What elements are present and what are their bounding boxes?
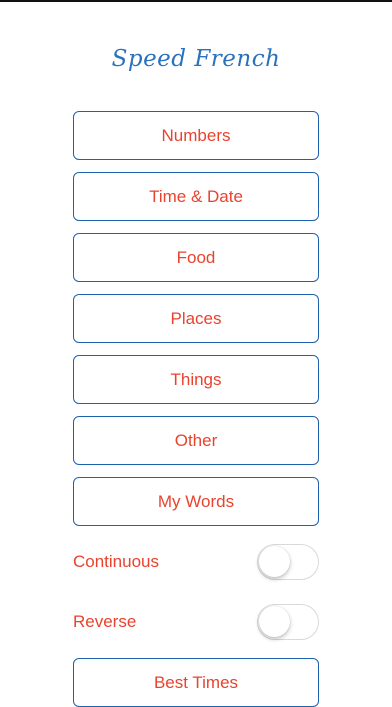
- continuous-option-row: Continuous: [73, 542, 319, 582]
- best-times-button[interactable]: Best Times: [73, 658, 319, 707]
- other-button[interactable]: Other: [73, 416, 319, 465]
- my-words-button[interactable]: My Words: [73, 477, 319, 526]
- places-button[interactable]: Places: [73, 294, 319, 343]
- continuous-label: Continuous: [73, 552, 160, 571]
- reverse-toggle-knob: [259, 606, 290, 637]
- numbers-button[interactable]: Numbers: [73, 111, 319, 160]
- category-menu: Numbers Time & Date Food Places Things O…: [73, 111, 319, 538]
- time-date-button[interactable]: Time & Date: [73, 172, 319, 221]
- reverse-option-row: Reverse: [73, 602, 319, 642]
- things-button[interactable]: Things: [73, 355, 319, 404]
- continuous-toggle[interactable]: [257, 544, 319, 580]
- status-bar-divider: [0, 0, 392, 2]
- food-button[interactable]: Food: [73, 233, 319, 282]
- continuous-toggle-knob: [259, 546, 290, 577]
- reverse-label: Reverse: [73, 612, 137, 631]
- reverse-toggle[interactable]: [257, 604, 319, 640]
- app-title: Speed French: [111, 46, 281, 72]
